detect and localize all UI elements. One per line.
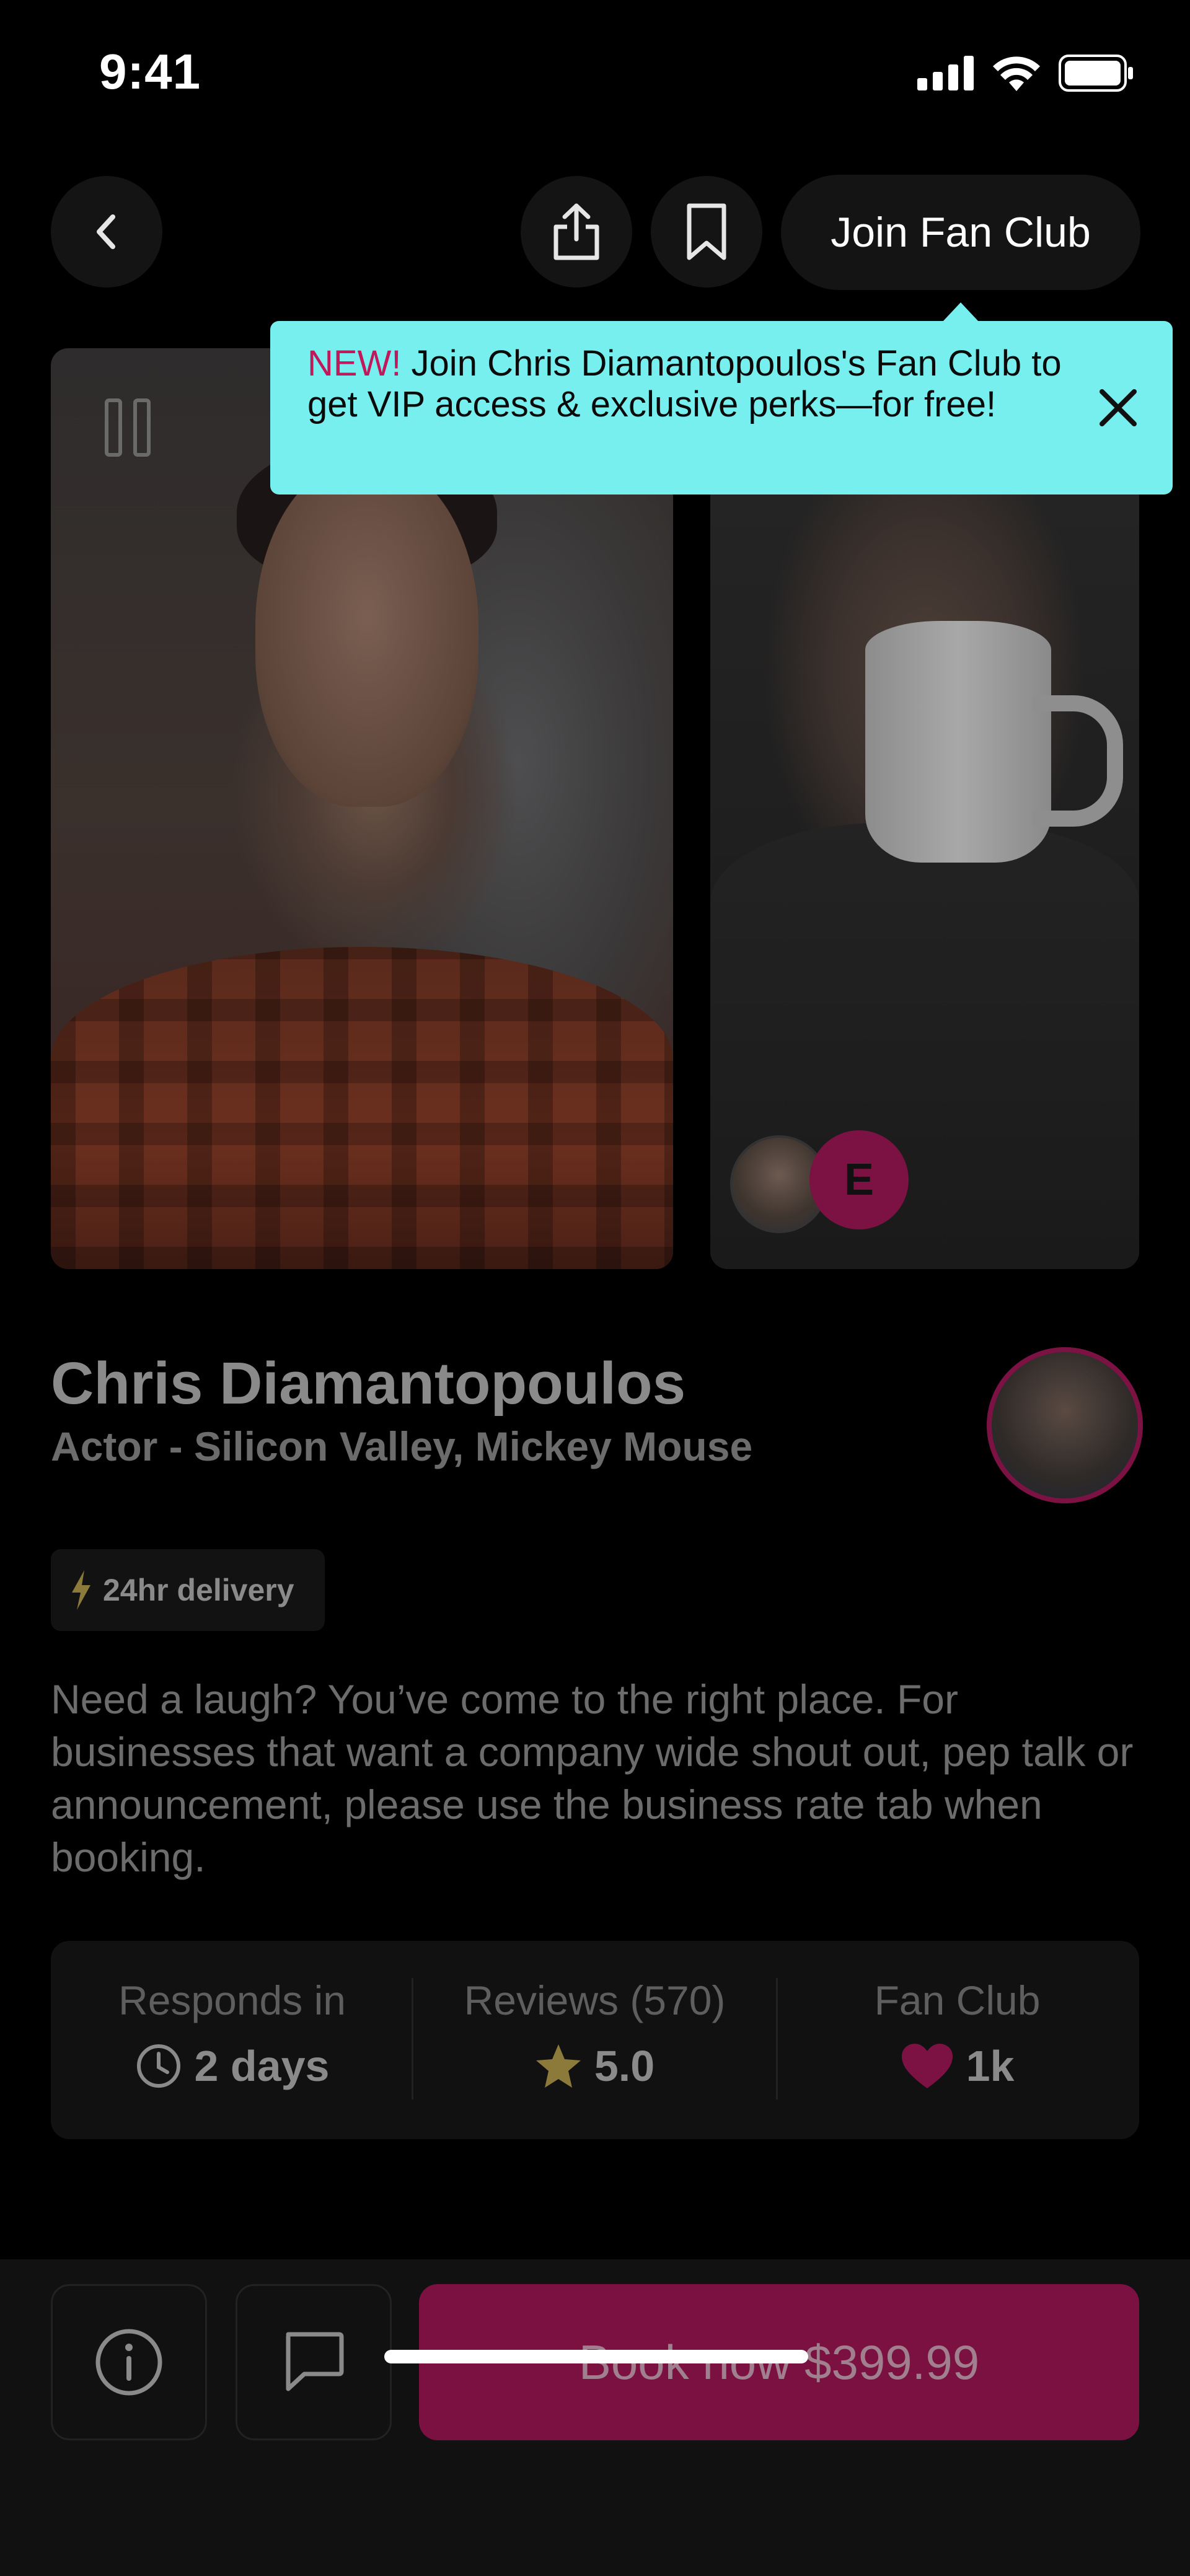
fan-club-tooltip: NEW! Join Chris Diamantopoulos's Fan Clu…: [270, 321, 1173, 495]
close-icon[interactable]: [1096, 385, 1140, 430]
new-label: NEW!: [307, 343, 402, 384]
mug-image: [865, 621, 1051, 863]
lightning-icon: [72, 1570, 90, 1610]
bottom-action-bar: Book now $399.99: [0, 2259, 1190, 2576]
delivery-label: 24hr delivery: [103, 1573, 294, 1607]
responds-stat: Responds in 2 days: [51, 1941, 413, 2139]
reviews-value: 5.0: [594, 2042, 655, 2090]
pause-icon[interactable]: [104, 398, 151, 457]
creator-subtitle: Actor - Silicon Valley, Mickey Mouse: [51, 1423, 753, 1469]
clock-icon: [136, 2044, 180, 2088]
fan-club-value: 1k: [966, 2042, 1015, 2090]
responds-label: Responds in: [118, 1977, 346, 2023]
home-indicator: [384, 2350, 808, 2363]
chevron-left-icon: [97, 214, 115, 249]
bookmark-button[interactable]: [651, 176, 762, 288]
share-button[interactable]: [521, 176, 632, 288]
tooltip-arrow: [942, 302, 979, 322]
bookmark-icon: [687, 203, 726, 260]
tooltip-message: NEW! Join Chris Diamantopoulos's Fan Clu…: [307, 343, 1076, 425]
status-time: 9:41: [99, 44, 201, 99]
responds-value-row: 2 days: [51, 2041, 413, 2091]
message-button[interactable]: [236, 2284, 392, 2440]
profile-avatar[interactable]: [987, 1347, 1143, 1503]
status-icons: [917, 55, 1134, 92]
chat-bubble-icon: [286, 2332, 344, 2391]
fan-club-stat[interactable]: Fan Club 1k: [776, 1941, 1139, 2139]
star-icon: [536, 2044, 581, 2088]
stats-panel: Responds in 2 days Reviews (570) 5.0 Fan…: [51, 1941, 1139, 2139]
share-icon: [553, 203, 599, 260]
tooltip-body: Join Chris Diamantopoulos's Fan Club to …: [307, 343, 1062, 424]
responds-value: 2 days: [194, 2042, 330, 2090]
creator-description: Need a laugh? You’ve come to the right p…: [51, 1676, 1134, 1880]
fan-club-label: Fan Club: [874, 1977, 1041, 2023]
creator-name: Chris Diamantopoulos: [51, 1350, 686, 1417]
wifi-icon: [993, 56, 1040, 91]
join-fan-club-button[interactable]: Join Fan Club: [781, 175, 1140, 290]
mug-handle: [1033, 695, 1123, 827]
heart-icon: [901, 2044, 953, 2088]
fan-avatar-initial: E: [809, 1130, 909, 1229]
info-button[interactable]: [51, 2284, 207, 2440]
video-thumbnail-image: [51, 947, 673, 1269]
delivery-badge: 24hr delivery: [51, 1549, 325, 1631]
reviews-label: Reviews (570): [464, 1977, 726, 2023]
reviews-stat[interactable]: Reviews (570) 5.0: [413, 1941, 776, 2139]
fan-club-value-row: 1k: [776, 2041, 1139, 2091]
video-thumbnail-face: [255, 460, 478, 807]
battery-icon: [1059, 55, 1133, 92]
reviews-value-row: 5.0: [413, 2041, 776, 2091]
back-button[interactable]: [51, 176, 162, 288]
info-icon: [95, 2329, 162, 2396]
cellular-signal-icon: [917, 56, 974, 90]
